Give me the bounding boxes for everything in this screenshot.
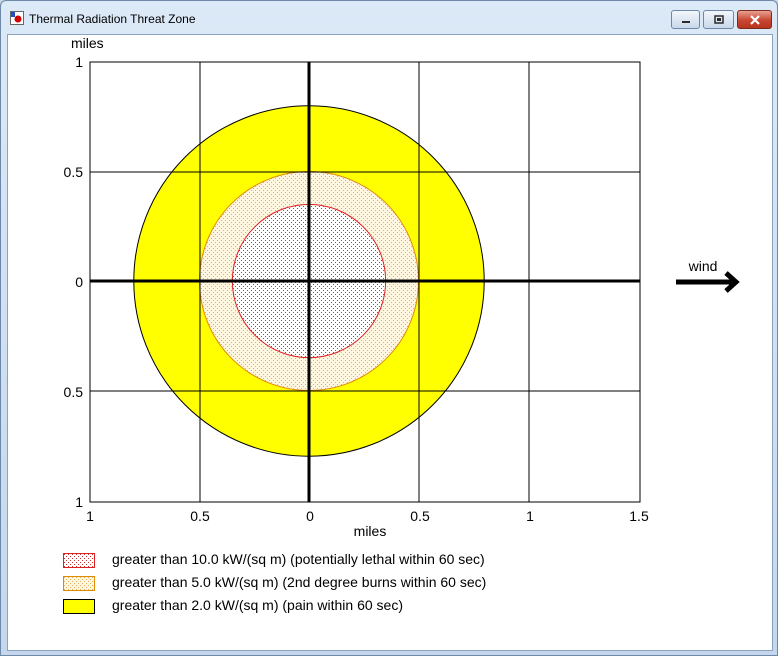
y-tick-label: 0.5 <box>64 384 84 400</box>
legend-label-pain: greater than 2.0 kW/(sq m) (pain within … <box>112 597 404 613</box>
x-tick-label: 1 <box>86 508 94 524</box>
client-area: miles 1 0.5 0 0.5 1 1 0.5 0 0.5 1 1.5 mi… <box>7 34 773 651</box>
close-icon <box>749 14 760 25</box>
y-tick-label: 0.5 <box>64 164 84 180</box>
y-tick-label: 1 <box>75 54 83 70</box>
x-tick-label: 0.5 <box>190 508 210 524</box>
legend-swatch-pain <box>63 599 95 614</box>
minimize-icon <box>681 20 690 23</box>
x-tick-label: 0.5 <box>410 508 430 524</box>
title-bar[interactable]: Thermal Radiation Threat Zone <box>1 1 777 33</box>
maximize-button[interactable] <box>703 10 734 29</box>
app-icon <box>10 11 24 25</box>
threat-zone-plot: miles 1 0.5 0 0.5 1 1 0.5 0 0.5 1 1.5 mi… <box>64 35 740 539</box>
app-window: Thermal Radiation Threat Zone miles 1 0.… <box>0 0 778 656</box>
x-tick-label: 1.5 <box>629 508 649 524</box>
y-tick-label: 0 <box>75 274 83 290</box>
legend-label-lethal: greater than 10.0 kW/(sq m) (potentially… <box>112 551 485 567</box>
legend-swatch-lethal <box>63 553 95 568</box>
x-tick-labels: 1 0.5 0 0.5 1 1.5 <box>86 508 649 524</box>
x-axis-unit: miles <box>354 523 387 539</box>
window-title: Thermal Radiation Threat Zone <box>29 12 196 26</box>
x-tick-label: 1 <box>526 508 534 524</box>
wind-label: wind <box>688 258 718 274</box>
y-tick-labels: 1 0.5 0 0.5 1 <box>64 54 84 510</box>
restore-icon <box>713 14 724 24</box>
y-tick-label: 1 <box>75 494 83 510</box>
y-axis-unit: miles <box>71 35 104 51</box>
wind-arrow-icon <box>676 271 740 293</box>
minimize-button[interactable] <box>671 10 700 29</box>
legend-swatch-burns <box>63 576 95 591</box>
x-tick-label: 0 <box>306 508 314 524</box>
close-button[interactable] <box>737 10 772 29</box>
legend-label-burns: greater than 5.0 kW/(sq m) (2nd degree b… <box>112 574 487 590</box>
